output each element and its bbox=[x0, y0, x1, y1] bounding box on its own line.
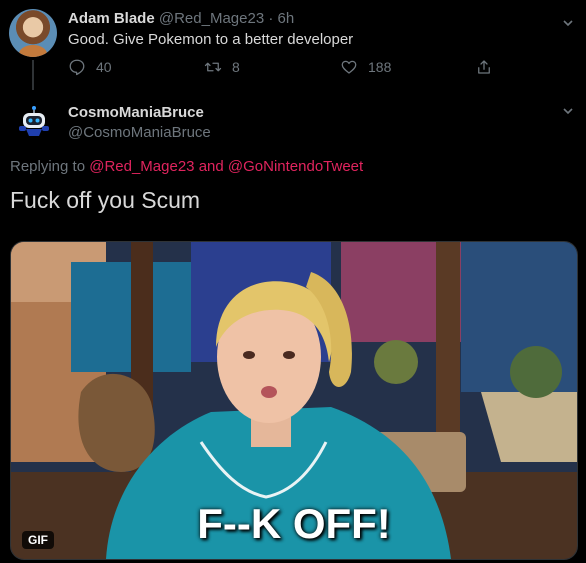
retweet-icon bbox=[204, 62, 222, 72]
tweet-text: Fuck off you Scum bbox=[10, 187, 201, 213]
share-icon bbox=[478, 60, 490, 74]
retweet-button[interactable]: 8 bbox=[204, 58, 240, 76]
robot-avatar-icon bbox=[19, 106, 49, 136]
gif-caption: F--K OFF! bbox=[197, 500, 391, 547]
reply-count: 40 bbox=[96, 59, 112, 75]
gif-media[interactable]: F--K OFF! GIF bbox=[10, 241, 578, 560]
avatar[interactable] bbox=[14, 99, 54, 139]
replying-to: Replying to @Red_Mage23 and @GoNintendoT… bbox=[10, 158, 363, 175]
display-name[interactable]: CosmoManiaBruce bbox=[68, 104, 204, 121]
gif-badge: GIF bbox=[22, 531, 54, 549]
handle[interactable]: @CosmoManiaBruce bbox=[68, 124, 211, 141]
timestamp[interactable]: 6h bbox=[278, 10, 295, 27]
reply-icon bbox=[69, 59, 85, 76]
mention-connector: and bbox=[198, 158, 224, 175]
mention-link[interactable]: @GoNintendoTweet bbox=[228, 158, 363, 175]
tweet-actions: 40 8 188 bbox=[68, 58, 508, 80]
retweet-count: 8 bbox=[232, 59, 240, 75]
like-count: 188 bbox=[368, 59, 392, 75]
avatar[interactable] bbox=[9, 9, 57, 57]
chevron-down-icon[interactable] bbox=[562, 17, 574, 29]
share-button[interactable] bbox=[475, 58, 503, 76]
tweet-adam-blade[interactable]: Adam Blade @Red_Mage23 · 6h Good. Give P… bbox=[0, 0, 586, 90]
tweet-header: Adam Blade @Red_Mage23 · 6h bbox=[68, 10, 294, 27]
reply-button[interactable]: 40 bbox=[68, 58, 112, 76]
mention-link[interactable]: @Red_Mage23 bbox=[89, 158, 194, 175]
like-button[interactable]: 188 bbox=[340, 58, 391, 76]
separator: · bbox=[268, 10, 274, 27]
heart-icon bbox=[341, 60, 357, 74]
chevron-down-icon[interactable] bbox=[562, 105, 574, 117]
handle[interactable]: @Red_Mage23 bbox=[159, 10, 264, 27]
display-name[interactable]: Adam Blade bbox=[68, 10, 155, 27]
thread-line bbox=[32, 60, 34, 90]
replying-prefix: Replying to bbox=[10, 158, 86, 175]
tweet-text: Good. Give Pokemon to a better developer bbox=[68, 31, 354, 48]
